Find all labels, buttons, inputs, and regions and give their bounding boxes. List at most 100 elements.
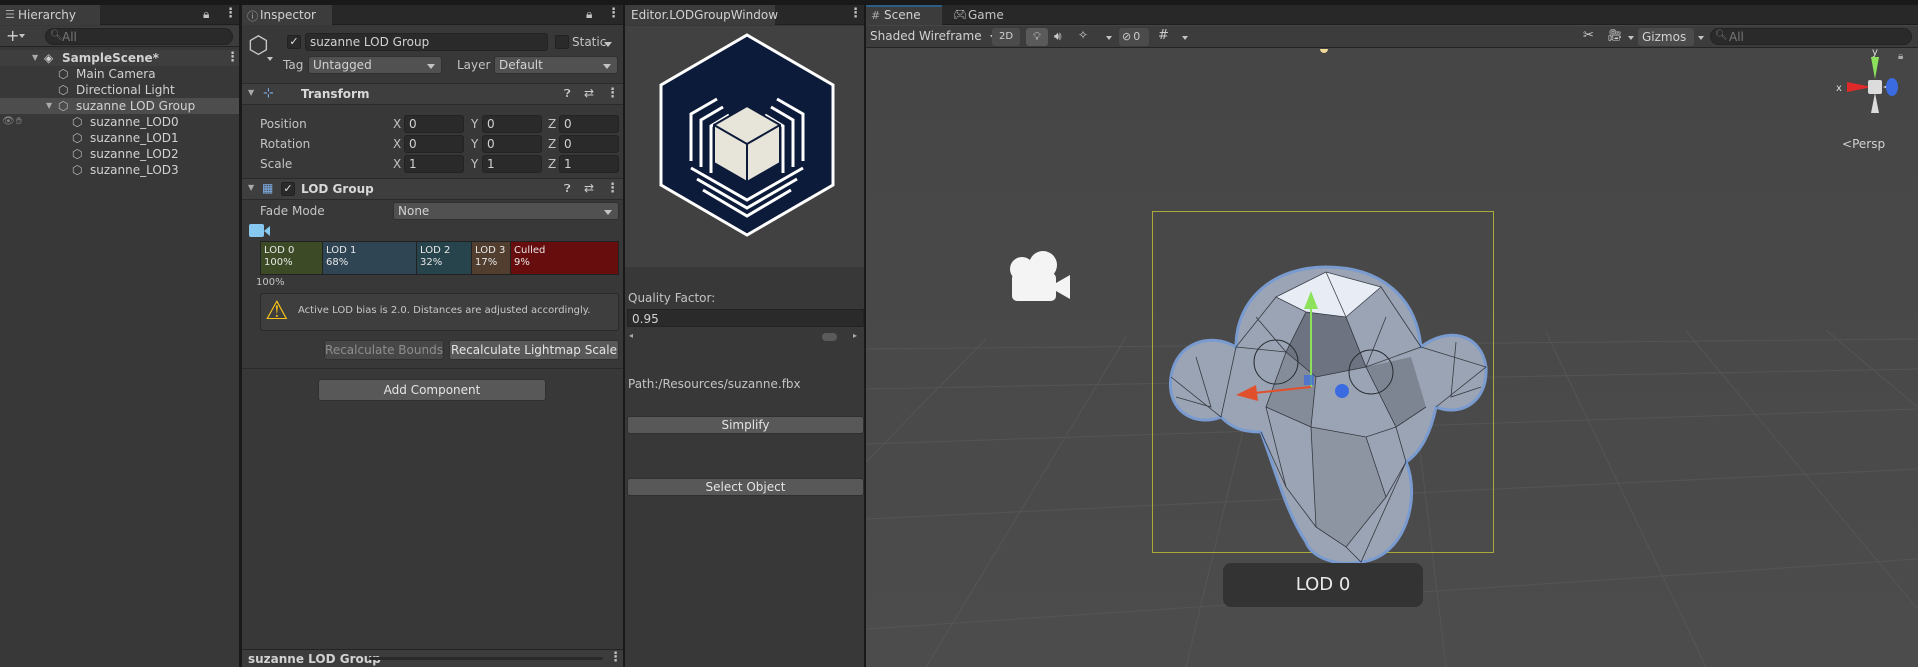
hierarchy-item-main-camera[interactable]: ⬡ Main Camera <box>0 66 239 82</box>
gizmo-lock-icon[interactable]: 🔒︎ <box>1898 51 1903 62</box>
lod-segment-culled[interactable]: Culled 9% <box>511 242 618 274</box>
scene-search-input[interactable]: 🔍︎ All <box>1710 28 1912 45</box>
preset-icon[interactable]: ⇄ <box>584 86 594 100</box>
scale-x-field[interactable]: 1 <box>404 155 464 173</box>
more-options-icon[interactable]: ⋮ <box>607 7 620 21</box>
simplify-button[interactable]: Simplify <box>627 416 864 434</box>
active-checkbox[interactable]: ✓ <box>287 35 301 49</box>
expand-arrow-icon[interactable]: ▼ <box>46 98 52 114</box>
axis-x-label[interactable]: X <box>393 117 401 131</box>
scene-viewport[interactable]: LOD 0 y x 🔒︎ <Persp <box>866 49 1918 667</box>
axis-z-label[interactable]: Z <box>548 157 556 171</box>
lod-segment-lod3[interactable]: LOD 3 17% <box>472 242 511 274</box>
more-options-icon[interactable]: ⋮ <box>849 7 862 21</box>
position-x-field[interactable]: 0 <box>404 115 464 133</box>
projection-toggle[interactable]: <Persp <box>1842 137 1885 151</box>
footer-more-icon[interactable]: ⋮ <box>609 651 622 665</box>
foldout-arrow-icon[interactable]: ▼ <box>248 88 254 97</box>
recalculate-lightmap-scale-button[interactable]: Recalculate Lightmap Scale <box>449 340 619 360</box>
axis-y-label[interactable]: Y <box>471 157 478 171</box>
help-icon[interactable]: ❓︎ <box>564 182 571 196</box>
component-more-icon[interactable]: ⋮ <box>606 182 619 196</box>
recalculate-bounds-button[interactable]: Recalculate Bounds <box>324 340 444 360</box>
lod-group-header[interactable]: ▼ ▦ ✓ LOD Group ❓︎ ⇄ ⋮ <box>242 178 623 200</box>
hidden-objects-toggle[interactable]: ⊘ 0 <box>1119 28 1149 46</box>
static-checkbox[interactable] <box>555 35 569 49</box>
axis-y-label[interactable]: Y <box>471 137 478 151</box>
lod-segment-lod1[interactable]: LOD 1 68% <box>323 242 417 274</box>
expand-arrow-icon[interactable]: ▼ <box>32 50 38 66</box>
hierarchy-search-input[interactable]: 🔍︎ All <box>45 28 233 45</box>
axis-z-label[interactable]: Z <box>548 117 556 131</box>
more-options-icon[interactable]: ⋮ <box>224 7 237 21</box>
scroll-right-arrow-icon[interactable]: ▸ <box>853 331 857 340</box>
footer-splitter[interactable] <box>369 657 603 660</box>
hierarchy-item-suzanne-lod3[interactable]: ⬡ suzanne_LOD3 <box>0 162 239 178</box>
gizmos-dropdown[interactable]: Gizmos <box>1638 28 1694 46</box>
camera-settings-icon[interactable]: 🎥︎ <box>1607 28 1622 42</box>
axis-x-label[interactable]: X <box>393 137 401 151</box>
axis-y-label[interactable]: Y <box>471 117 478 131</box>
lock-icon[interactable]: 🔒︎ <box>586 7 592 22</box>
preset-icon[interactable]: ⇄ <box>584 181 594 195</box>
position-z-field[interactable]: 0 <box>559 115 619 133</box>
tab-scene[interactable]: # Scene <box>866 5 942 25</box>
hierarchy-item-suzanne-lod0[interactable]: 👁︎ ✋︎ ⬡ suzanne_LOD0 <box>0 114 239 130</box>
add-dropdown-arrow-icon[interactable] <box>19 34 25 38</box>
layer-dropdown[interactable]: Default <box>494 56 618 74</box>
scroll-left-arrow-icon[interactable]: ◂ <box>629 331 633 340</box>
effects-dropdown-arrow-icon[interactable] <box>1106 36 1112 40</box>
lod-enabled-checkbox[interactable]: ✓ <box>281 182 295 196</box>
tab-inspector[interactable]: ⓘ Inspector <box>242 5 332 25</box>
tab-game[interactable]: 🎮︎ Game <box>950 5 1010 25</box>
shading-mode-dropdown[interactable]: Shaded Wireframe <box>870 29 998 45</box>
horizontal-scrollbar[interactable]: ◂ ▸ <box>627 330 864 343</box>
camera-gizmo-icon[interactable] <box>1002 249 1082 305</box>
effects-toggle-icon[interactable]: ✧ <box>1078 28 1088 42</box>
quality-factor-field[interactable]: 0.95 <box>627 309 864 327</box>
axis-x-label[interactable]: X <box>393 157 401 171</box>
add-object-button[interactable]: + <box>6 26 19 46</box>
tab-lod-group-window[interactable]: Editor.LODGroupWindow <box>625 5 778 25</box>
scene-row[interactable]: ▼ ◈ SampleScene* ⋮ <box>0 50 239 66</box>
lock-icon[interactable]: 🔒︎ <box>203 7 209 22</box>
pickable-hand-icon[interactable]: ✋︎ <box>16 114 22 130</box>
rotation-x-field[interactable]: 0 <box>404 135 464 153</box>
static-label[interactable]: Static <box>572 35 618 49</box>
visibility-eye-icon[interactable]: 👁︎ <box>2 114 15 130</box>
select-object-button[interactable]: Select Object <box>627 478 864 496</box>
lod-segment-lod0[interactable]: LOD 0 100% <box>261 242 323 274</box>
toggle-2d-button[interactable]: 2D <box>992 28 1020 46</box>
tab-hierarchy[interactable]: ☰ Hierarchy <box>0 5 100 25</box>
add-component-button[interactable]: Add Component <box>318 379 546 401</box>
lighting-toggle-icon[interactable]: 💡︎ <box>1026 28 1048 46</box>
icon-dropdown-arrow-icon[interactable] <box>267 57 273 61</box>
orientation-gizmo[interactable]: y x <box>1817 49 1907 129</box>
scroll-thumb[interactable] <box>822 333 837 341</box>
grid-dropdown-arrow-icon[interactable] <box>1182 36 1188 40</box>
rotation-y-field[interactable]: 0 <box>482 135 542 153</box>
component-more-icon[interactable]: ⋮ <box>606 87 619 101</box>
rotation-z-field[interactable]: 0 <box>559 135 619 153</box>
transform-header[interactable]: ▼ ⊹ Transform ❓︎ ⇄ ⋮ <box>242 83 623 105</box>
lod-camera-icon[interactable] <box>249 224 264 237</box>
camera-dropdown-arrow-icon[interactable] <box>1628 36 1634 40</box>
suzanne-mesh[interactable] <box>1136 257 1496 577</box>
grid-toggle-icon[interactable]: # <box>1158 28 1169 43</box>
hierarchy-item-suzanne-lod-group[interactable]: ▼ ⬡ suzanne LOD Group <box>0 98 239 114</box>
hierarchy-item-suzanne-lod1[interactable]: ⬡ suzanne_LOD1 <box>0 130 239 146</box>
foldout-arrow-icon[interactable]: ▼ <box>248 183 254 192</box>
hierarchy-item-directional-light[interactable]: ⬡ Directional Light <box>0 82 239 98</box>
scene-more-icon[interactable]: ⋮ <box>226 51 239 65</box>
gizmos-dropdown-arrow-icon[interactable] <box>1698 36 1704 40</box>
fade-mode-dropdown[interactable]: None <box>393 202 619 220</box>
tools-icon[interactable]: ✂ <box>1583 28 1594 43</box>
axis-z-label[interactable]: Z <box>548 137 556 151</box>
object-name-field[interactable]: suzanne LOD Group <box>305 33 548 51</box>
scale-y-field[interactable]: 1 <box>482 155 542 173</box>
tag-dropdown[interactable]: Untagged <box>308 56 442 74</box>
lod-segment-lod2[interactable]: LOD 2 32% <box>417 242 472 274</box>
scale-z-field[interactable]: 1 <box>559 155 619 173</box>
help-icon[interactable]: ❓︎ <box>564 87 571 101</box>
audio-toggle-icon[interactable]: 🔊︎ <box>1054 29 1062 44</box>
